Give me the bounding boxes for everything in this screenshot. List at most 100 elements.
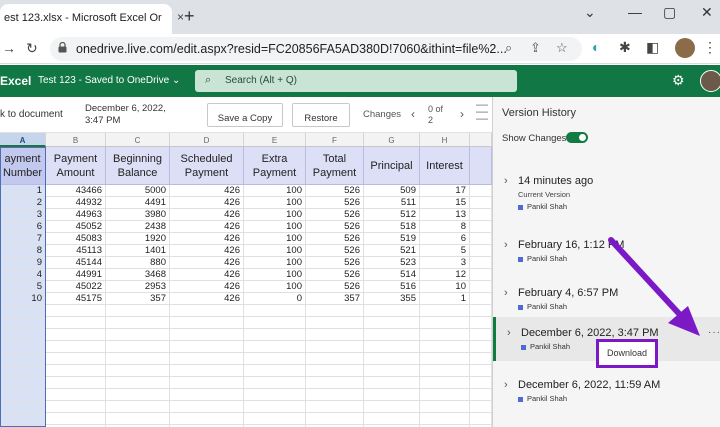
table-cell[interactable]: 100 (244, 257, 306, 269)
empty-cell[interactable] (244, 329, 306, 341)
window-minimize-icon[interactable]: — (628, 4, 642, 20)
empty-cell[interactable] (170, 389, 244, 401)
table-cell[interactable] (470, 293, 492, 305)
table-cell[interactable]: 426 (170, 233, 244, 245)
extensions-puzzle-icon[interactable]: ✱ (619, 39, 631, 56)
empty-cell[interactable] (244, 377, 306, 389)
empty-cell[interactable] (364, 317, 420, 329)
empty-cell[interactable] (0, 317, 46, 329)
empty-cell[interactable] (420, 413, 470, 425)
table-cell[interactable]: 100 (244, 185, 306, 197)
table-cell[interactable]: 426 (170, 197, 244, 209)
restore-button[interactable]: Restore (292, 103, 350, 127)
previous-change-icon[interactable]: ‹ (411, 107, 415, 121)
empty-cell[interactable] (470, 413, 492, 425)
empty-cell[interactable] (244, 365, 306, 377)
empty-cell[interactable] (0, 413, 46, 425)
table-cell[interactable]: 45144 (46, 257, 106, 269)
empty-cell[interactable] (170, 341, 244, 353)
empty-cell[interactable] (364, 377, 420, 389)
table-cell[interactable]: 8 (0, 245, 46, 257)
table-cell[interactable]: 10 (420, 281, 470, 293)
table-cell[interactable]: 526 (306, 269, 364, 281)
header-cell[interactable]: Interest (420, 147, 470, 185)
table-cell[interactable] (470, 209, 492, 221)
column-header-g[interactable]: G (364, 133, 420, 147)
header-cell[interactable]: Scheduled Payment (170, 147, 244, 185)
empty-cell[interactable] (364, 365, 420, 377)
version-item[interactable]: › December 6, 2022, 11:59 AM Pankil Shah (493, 371, 720, 411)
new-tab-icon[interactable]: + (184, 6, 195, 27)
empty-cell[interactable] (106, 413, 170, 425)
table-cell[interactable]: 2438 (106, 221, 170, 233)
expand-chevron-icon[interactable]: › (504, 379, 508, 391)
empty-cell[interactable] (0, 401, 46, 413)
column-header-extra[interactable] (470, 133, 492, 147)
table-cell[interactable]: 3 (0, 209, 46, 221)
table-cell[interactable]: 10 (0, 293, 46, 305)
table-cell[interactable]: 0 (244, 293, 306, 305)
empty-cell[interactable] (106, 401, 170, 413)
header-cell[interactable]: Beginning Balance (106, 147, 170, 185)
table-cell[interactable]: 3980 (106, 209, 170, 221)
browser-menu-icon[interactable]: ⋮ (703, 39, 717, 56)
empty-cell[interactable] (364, 341, 420, 353)
table-cell[interactable] (470, 197, 492, 209)
table-cell[interactable]: 100 (244, 209, 306, 221)
table-cell[interactable]: 100 (244, 233, 306, 245)
empty-cell[interactable] (420, 389, 470, 401)
table-cell[interactable]: 357 (106, 293, 170, 305)
empty-cell[interactable] (420, 317, 470, 329)
empty-cell[interactable] (420, 341, 470, 353)
profile-avatar[interactable] (675, 38, 695, 58)
empty-cell[interactable] (364, 329, 420, 341)
header-cell[interactable]: ayment Number (0, 147, 46, 185)
table-cell[interactable]: 100 (244, 281, 306, 293)
table-cell[interactable]: 526 (306, 209, 364, 221)
table-cell[interactable]: 516 (364, 281, 420, 293)
table-cell[interactable]: 13 (420, 209, 470, 221)
empty-cell[interactable] (170, 305, 244, 317)
table-cell[interactable]: 7 (0, 233, 46, 245)
table-cell[interactable]: 100 (244, 269, 306, 281)
empty-cell[interactable] (420, 305, 470, 317)
expand-chevron-icon[interactable]: › (507, 327, 511, 339)
bookmark-star-icon[interactable]: ☆ (556, 40, 568, 56)
table-cell[interactable]: 526 (306, 281, 364, 293)
browser-tab[interactable]: est 123.xlsx - Microsoft Excel Or (0, 4, 172, 34)
table-cell[interactable]: 1920 (106, 233, 170, 245)
empty-cell[interactable] (306, 317, 364, 329)
empty-cell[interactable] (306, 377, 364, 389)
empty-cell[interactable] (106, 305, 170, 317)
excel-account-avatar[interactable] (700, 70, 720, 92)
empty-cell[interactable] (244, 353, 306, 365)
empty-cell[interactable] (106, 341, 170, 353)
share-icon[interactable]: ⇪ (530, 40, 541, 56)
omnibox[interactable]: onedrive.live.com/edit.aspx?resid=FC2085… (50, 37, 582, 61)
table-cell[interactable]: 100 (244, 197, 306, 209)
header-cell[interactable]: Extra Payment (244, 147, 306, 185)
extension-icon[interactable]: ◐ (592, 39, 600, 55)
table-cell[interactable]: 5 (0, 281, 46, 293)
table-cell[interactable] (470, 185, 492, 197)
empty-cell[interactable] (0, 341, 46, 353)
table-cell[interactable] (470, 281, 492, 293)
empty-cell[interactable] (170, 377, 244, 389)
table-cell[interactable]: 3468 (106, 269, 170, 281)
table-cell[interactable] (470, 233, 492, 245)
empty-cell[interactable] (170, 413, 244, 425)
reload-icon[interactable]: ↻ (26, 40, 38, 57)
window-maximize-icon[interactable]: ▢ (663, 4, 676, 21)
table-cell[interactable]: 426 (170, 245, 244, 257)
empty-cell[interactable] (244, 341, 306, 353)
table-cell[interactable]: 511 (364, 197, 420, 209)
empty-cell[interactable] (106, 377, 170, 389)
settings-gear-icon[interactable]: ⚙ (672, 72, 685, 89)
table-cell[interactable]: 1 (420, 293, 470, 305)
table-cell[interactable]: 518 (364, 221, 420, 233)
empty-cell[interactable] (364, 305, 420, 317)
table-cell[interactable]: 426 (170, 293, 244, 305)
empty-cell[interactable] (364, 413, 420, 425)
table-cell[interactable]: 4 (0, 269, 46, 281)
forward-icon[interactable]: → (2, 40, 16, 56)
